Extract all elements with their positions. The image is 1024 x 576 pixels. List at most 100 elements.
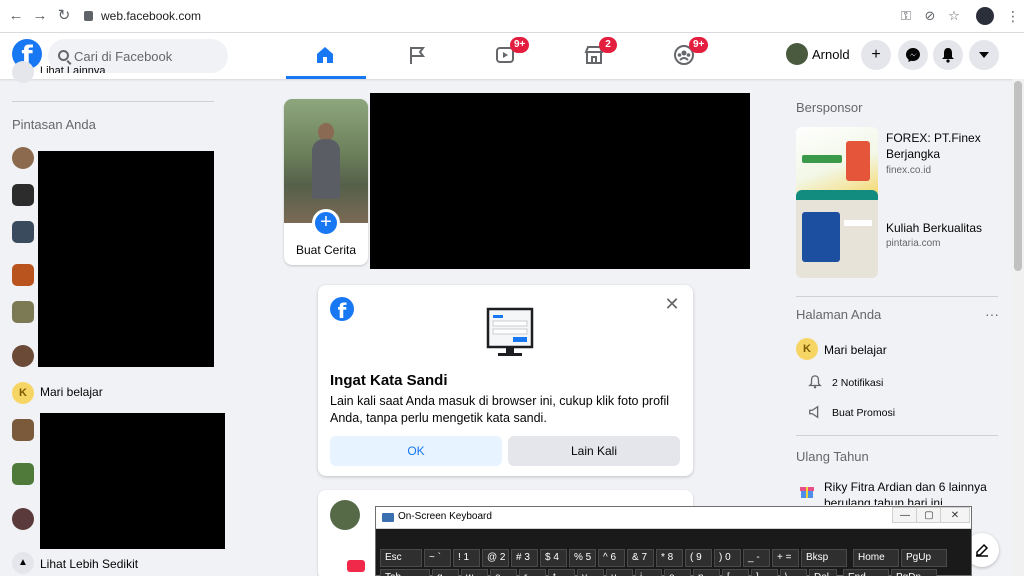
osk-key[interactable]: ^ 6 xyxy=(598,549,625,567)
ad-graphic-header xyxy=(796,190,878,200)
osk-key[interactable]: Tab xyxy=(380,569,430,576)
account-menu-button[interactable] xyxy=(969,40,999,70)
osk-key[interactable]: p xyxy=(693,569,720,576)
osk-key[interactable]: Home xyxy=(853,549,899,567)
back-icon[interactable]: ← xyxy=(8,8,24,24)
osk-key[interactable]: w xyxy=(461,569,488,576)
ok-button[interactable]: OK xyxy=(330,436,502,466)
shortcut-thumbnail[interactable] xyxy=(12,419,34,441)
osk-key[interactable]: + = xyxy=(772,549,799,567)
address-bar[interactable]: web.facebook.com xyxy=(84,6,201,26)
restore-button[interactable]: ▢ xyxy=(916,507,942,523)
osk-key[interactable]: q xyxy=(432,569,459,576)
osk-key[interactable]: PgDn xyxy=(891,569,937,576)
tab-pages[interactable] xyxy=(378,33,458,79)
messenger-icon xyxy=(906,48,920,62)
eye-off-icon[interactable]: ⊘ xyxy=(922,8,938,24)
notifications-count: 2 Notifikasi xyxy=(832,377,884,389)
shortcut-thumbnail[interactable] xyxy=(12,301,34,323)
later-button[interactable]: Lain Kali xyxy=(508,436,680,466)
story-person-body xyxy=(312,139,340,199)
osk-key[interactable]: End xyxy=(843,569,889,576)
promote-label: Buat Promosi xyxy=(832,407,896,419)
reload-icon[interactable]: ↻ xyxy=(56,8,72,24)
create-button[interactable]: + xyxy=(861,40,891,70)
osk-key[interactable]: r xyxy=(519,569,546,576)
page-name: Mari belajar xyxy=(824,343,887,357)
osk-key[interactable]: [ xyxy=(722,569,749,576)
shortcut-thumbnail[interactable] xyxy=(12,345,34,367)
monitor-illustration xyxy=(486,307,534,356)
birthdays-heading: Ulang Tahun xyxy=(796,449,869,464)
osk-key[interactable]: @ 2 xyxy=(482,549,509,567)
facebook-top-bar: f 9+ 2 9+ xyxy=(0,33,1024,79)
birthday-text: Riky Fitra Ardian dan 6 lainnya xyxy=(824,480,987,494)
ad-title: Kuliah Berkualitas xyxy=(886,221,983,235)
osk-key[interactable]: ! 1 xyxy=(453,549,480,567)
shortcut-thumbnail[interactable] xyxy=(12,221,34,243)
osk-key[interactable]: Del xyxy=(809,569,837,576)
osk-key[interactable]: y xyxy=(577,569,604,576)
tab-marketplace[interactable]: 2 xyxy=(555,33,635,79)
forward-icon[interactable]: → xyxy=(32,8,48,24)
osk-key[interactable]: & 7 xyxy=(627,549,654,567)
lock-icon xyxy=(84,11,93,21)
osk-key[interactable]: ) 0 xyxy=(714,549,741,567)
tab-home[interactable] xyxy=(286,33,366,79)
osk-key[interactable]: PgUp xyxy=(901,549,947,567)
create-story-card[interactable]: + Buat Cerita xyxy=(284,99,368,265)
shortcut-thumbnail[interactable] xyxy=(12,508,34,530)
osk-key[interactable]: ( 9 xyxy=(685,549,712,567)
flag-icon xyxy=(410,47,425,64)
osk-key[interactable]: % 5 xyxy=(569,549,596,567)
notification-badge: 2 xyxy=(599,37,617,53)
osk-title-bar[interactable]: On-Screen Keyboard — ▢ ✕ xyxy=(376,507,971,529)
osk-key[interactable]: e xyxy=(490,569,517,576)
see-less-link[interactable]: Lihat Lebih Sedikit xyxy=(40,557,138,571)
osk-key[interactable]: _ - xyxy=(743,549,770,567)
close-icon[interactable]: ✕ xyxy=(663,295,681,313)
shortcut-thumbnail[interactable] xyxy=(12,147,34,169)
story-photo xyxy=(284,99,368,223)
osk-key[interactable]: \ xyxy=(780,569,807,576)
osk-key[interactable]: Bksp xyxy=(801,549,847,567)
bell-icon xyxy=(808,375,822,389)
osk-key[interactable]: u xyxy=(606,569,633,576)
osk-key[interactable]: t xyxy=(548,569,575,576)
sidebar-item-label: Mari belajar xyxy=(40,385,103,399)
browser-profile-avatar[interactable] xyxy=(976,7,994,25)
live-video-icon[interactable] xyxy=(347,560,365,572)
osk-key[interactable]: i xyxy=(635,569,662,576)
shortcut-thumbnail[interactable] xyxy=(12,184,34,206)
tab-groups[interactable]: 9+ xyxy=(645,33,725,79)
osk-key[interactable]: * 8 xyxy=(656,549,683,567)
shortcut-thumbnail[interactable] xyxy=(12,264,34,286)
home-icon xyxy=(317,47,333,63)
kebab-menu-icon[interactable]: ⋮ xyxy=(1006,7,1020,25)
osk-key[interactable]: Esc xyxy=(380,549,422,567)
messenger-button[interactable] xyxy=(898,40,928,70)
osk-key[interactable]: o xyxy=(664,569,691,576)
more-options-icon[interactable]: ··· xyxy=(985,306,999,322)
search-icon xyxy=(58,50,69,61)
notifications-button[interactable] xyxy=(933,40,963,70)
osk-key[interactable]: ~ ` xyxy=(424,549,451,567)
chevron-up-icon[interactable]: ▲ xyxy=(12,552,34,574)
divider xyxy=(12,101,214,102)
key-icon[interactable]: ⚿ xyxy=(898,8,914,24)
page-avatar: K xyxy=(796,338,818,360)
star-icon[interactable]: ☆ xyxy=(946,8,962,24)
shortcut-thumbnail[interactable] xyxy=(12,463,34,485)
scroll-thumb[interactable] xyxy=(1014,81,1022,271)
page-scrollbar[interactable] xyxy=(1012,79,1024,576)
see-more-label: Lihat Lainnya xyxy=(40,65,106,73)
osk-key[interactable]: $ 4 xyxy=(540,549,567,567)
minimize-button[interactable]: — xyxy=(892,507,918,523)
plus-icon[interactable]: + xyxy=(312,209,340,237)
browser-toolbar: ← → ↻ web.facebook.com ⚿ ⊘ ☆ ⋮ xyxy=(0,0,1024,33)
tab-watch[interactable]: 9+ xyxy=(466,33,546,79)
osk-key[interactable]: # 3 xyxy=(511,549,538,567)
birthday-line2: berulang tahun hari ini. xyxy=(824,496,947,505)
close-button[interactable]: ✕ xyxy=(940,507,970,523)
osk-key[interactable]: ] xyxy=(751,569,778,576)
